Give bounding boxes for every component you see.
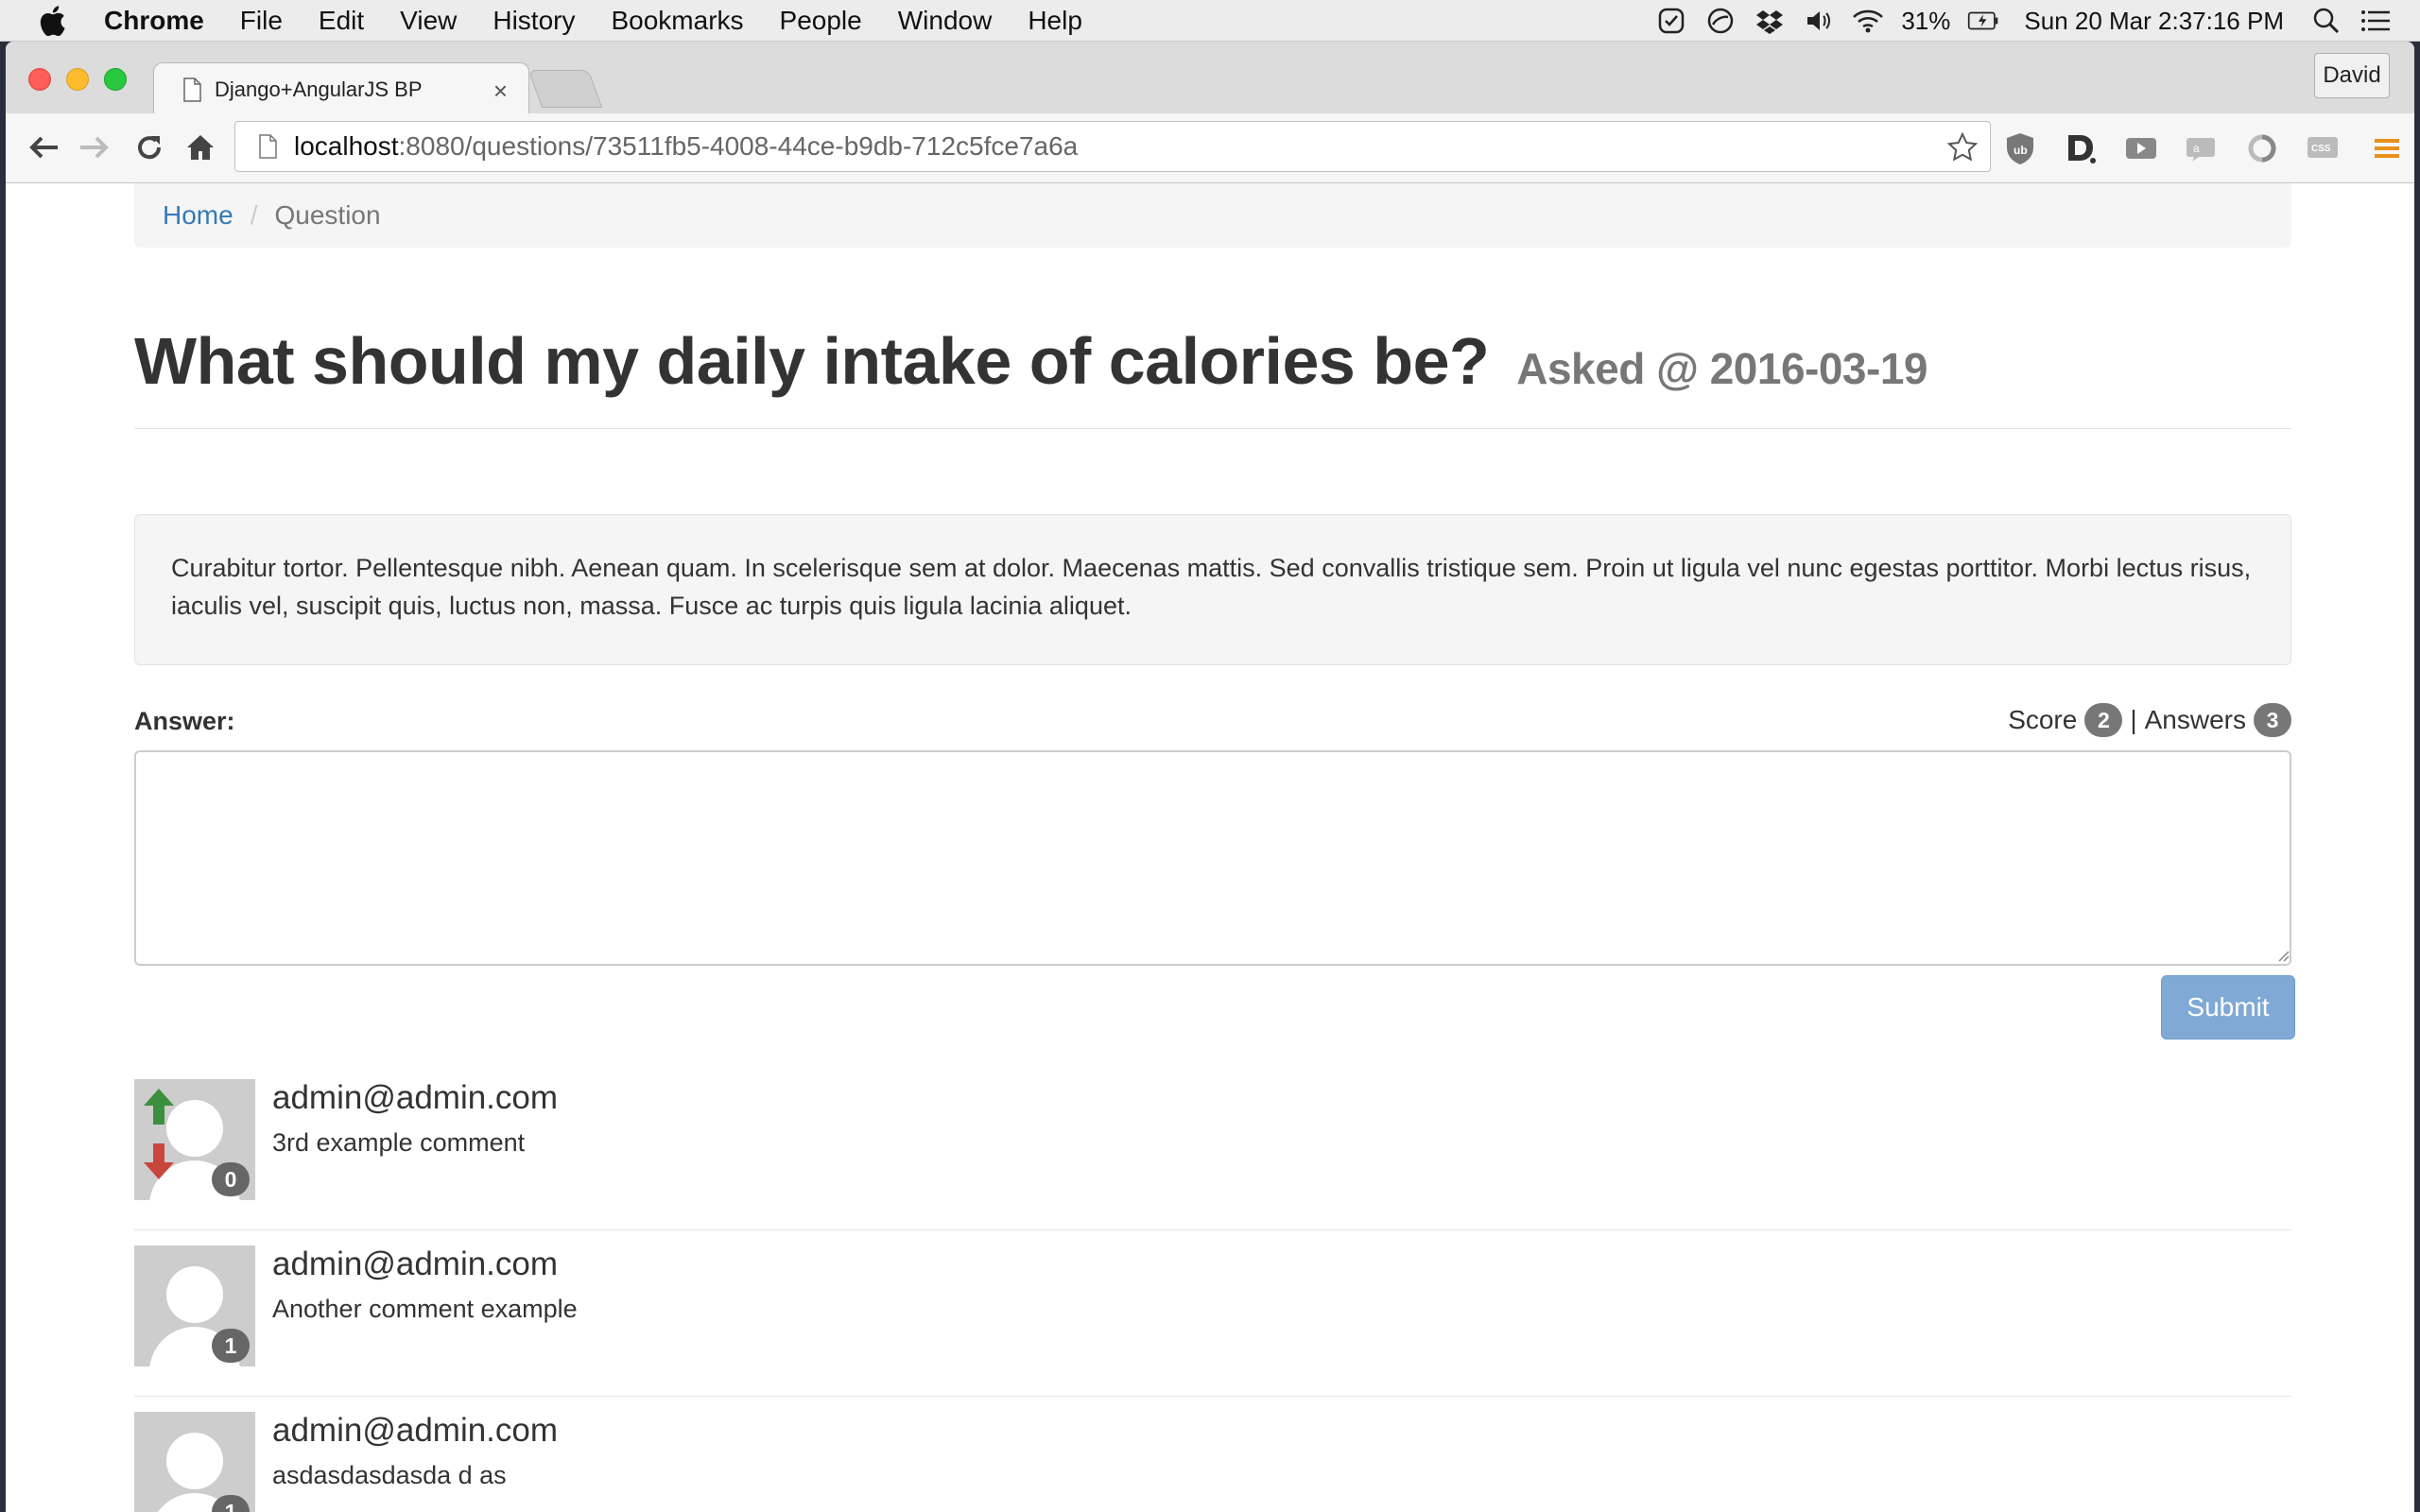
avatar: 1 bbox=[134, 1412, 255, 1512]
comment-score-badge: 1 bbox=[212, 1329, 250, 1363]
comment-text: 3rd example comment bbox=[272, 1128, 526, 1157]
menu-people[interactable]: People bbox=[780, 6, 862, 36]
ublock-extension-icon[interactable]: ub bbox=[2002, 130, 2038, 166]
page-info-icon[interactable] bbox=[258, 134, 277, 159]
avatar-head bbox=[166, 1433, 223, 1489]
submit-button[interactable]: Submit bbox=[2161, 975, 2295, 1040]
bookmark-star-icon[interactable] bbox=[1946, 131, 1979, 163]
answers-badge: 3 bbox=[2254, 703, 2291, 737]
video-extension-icon[interactable] bbox=[2123, 130, 2159, 166]
battery-charging-icon[interactable] bbox=[1967, 5, 1999, 37]
url-host: localhost bbox=[294, 131, 399, 161]
breadcrumb-current: Question bbox=[274, 200, 381, 230]
comment-divider bbox=[134, 1396, 2291, 1397]
resize-grip-icon[interactable] bbox=[2276, 949, 2290, 962]
css-extension-icon[interactable]: CSS bbox=[2305, 130, 2341, 166]
comment-author: admin@admin.com bbox=[272, 1412, 559, 1449]
comment-text: Another comment example bbox=[272, 1295, 578, 1323]
answer-textarea[interactable] bbox=[134, 750, 2291, 966]
tab-close-icon[interactable]: × bbox=[493, 77, 508, 106]
score-label: Score bbox=[2008, 705, 2078, 734]
web-page: Home / Question What should my daily int… bbox=[6, 183, 2414, 1512]
comment-item: 1 admin@admin.com Another comment exampl… bbox=[134, 1246, 2291, 1397]
document-icon bbox=[182, 77, 201, 102]
tab-title: Django+AngularJS BP bbox=[215, 77, 423, 101]
spotlight-search-icon[interactable] bbox=[2310, 5, 2342, 37]
comment-author: admin@admin.com bbox=[272, 1079, 559, 1116]
wifi-icon[interactable] bbox=[1852, 5, 1884, 37]
reload-icon[interactable] bbox=[130, 129, 168, 166]
battery-percentage: 31% bbox=[1901, 6, 1951, 35]
answers-label: Answers bbox=[2144, 705, 2246, 734]
question-asked-date: Asked @ 2016-03-19 bbox=[1516, 344, 1928, 393]
dashlane-extension-icon[interactable] bbox=[2063, 130, 2099, 166]
status-tray: 31% Sun 20 Mar 2:37:16 PM bbox=[1638, 0, 2392, 42]
home-icon[interactable] bbox=[182, 129, 219, 166]
notification-center-icon[interactable] bbox=[2360, 5, 2392, 37]
menu-window[interactable]: Window bbox=[898, 6, 993, 36]
avatar: 1 bbox=[134, 1246, 255, 1366]
clock[interactable]: Sun 20 Mar 2:37:16 PM bbox=[2024, 7, 2284, 36]
menu-app-name[interactable]: Chrome bbox=[104, 6, 204, 36]
question-stats: Score 2 | Answers 3 bbox=[2008, 703, 2291, 737]
dropbox-icon[interactable] bbox=[1754, 5, 1786, 37]
upvote-arrow-icon[interactable] bbox=[140, 1087, 178, 1126]
comment-author: admin@admin.com bbox=[272, 1246, 559, 1282]
address-bar[interactable]: localhost:8080/questions/73511fb5-4008-4… bbox=[234, 121, 1991, 172]
downvote-arrow-icon[interactable] bbox=[140, 1142, 178, 1181]
new-tab-button[interactable] bbox=[527, 70, 603, 108]
question-title: What should my daily intake of calories … bbox=[134, 324, 1490, 398]
minimize-window-button[interactable] bbox=[66, 68, 89, 91]
back-icon[interactable] bbox=[25, 129, 62, 166]
profile-button[interactable]: David bbox=[2314, 53, 2390, 98]
svg-text:a: a bbox=[2193, 142, 2200, 155]
stats-separator: | bbox=[2130, 705, 2137, 734]
menu-file[interactable]: File bbox=[240, 6, 283, 36]
svg-text:CSS: CSS bbox=[2311, 144, 2331, 154]
breadcrumb-home-link[interactable]: Home bbox=[163, 200, 233, 231]
menu-help[interactable]: Help bbox=[1028, 6, 1082, 36]
checkmark-circle-icon[interactable] bbox=[1655, 5, 1687, 37]
breadcrumb-separator: / bbox=[250, 200, 258, 230]
menu-history[interactable]: History bbox=[493, 6, 575, 36]
menu-bookmarks[interactable]: Bookmarks bbox=[611, 6, 743, 36]
question-body: Curabitur tortor. Pellentesque nibh. Aen… bbox=[134, 514, 2291, 665]
apple-icon[interactable] bbox=[38, 5, 70, 37]
comment-divider bbox=[134, 1229, 2291, 1230]
avatar-head bbox=[166, 1266, 223, 1323]
avatar: 0 bbox=[134, 1079, 255, 1200]
breadcrumb: Home / Question bbox=[134, 183, 2291, 248]
browser-toolbar: localhost:8080/questions/73511fb5-4008-4… bbox=[6, 113, 2414, 183]
close-window-button[interactable] bbox=[28, 68, 51, 91]
volume-icon[interactable] bbox=[1803, 5, 1835, 37]
comment-item: 0 admin@admin.com 3rd example comment bbox=[134, 1079, 2291, 1230]
menu-view[interactable]: View bbox=[400, 6, 457, 36]
chat-extension-icon[interactable]: a bbox=[2184, 130, 2220, 166]
url-path: :8080/questions/73511fb5-4008-44ce-b9db-… bbox=[398, 131, 1079, 161]
score-badge: 2 bbox=[2084, 703, 2123, 737]
svg-text:ub: ub bbox=[2014, 144, 2028, 157]
comment-text: asdasdasdasda d as bbox=[272, 1461, 507, 1489]
tab-active[interactable]: Django+AngularJS BP × bbox=[153, 62, 529, 115]
tab-strip: Django+AngularJS BP × David bbox=[6, 42, 2414, 115]
forward-icon[interactable] bbox=[76, 129, 113, 166]
comment-item: 1 admin@admin.com asdasdasdasda d as bbox=[134, 1412, 2291, 1512]
browser-window: Django+AngularJS BP × David localhost:80… bbox=[6, 42, 2414, 1512]
menu-edit[interactable]: Edit bbox=[319, 6, 364, 36]
maximize-window-button[interactable] bbox=[104, 68, 127, 91]
question-title-heading: What should my daily intake of calories … bbox=[134, 323, 2291, 399]
macos-menu-bar: Chrome File Edit View History Bookmarks … bbox=[0, 0, 2420, 42]
question-header: What should my daily intake of calories … bbox=[134, 323, 2291, 429]
answer-label: Answer: bbox=[134, 707, 235, 735]
comment-score-badge: 1 bbox=[212, 1495, 250, 1512]
do-not-disturb-icon[interactable] bbox=[1704, 5, 1737, 37]
comment-score-badge: 0 bbox=[212, 1162, 250, 1196]
chrome-menu-icon[interactable] bbox=[2369, 130, 2405, 166]
refresh-extension-icon[interactable] bbox=[2244, 130, 2280, 166]
